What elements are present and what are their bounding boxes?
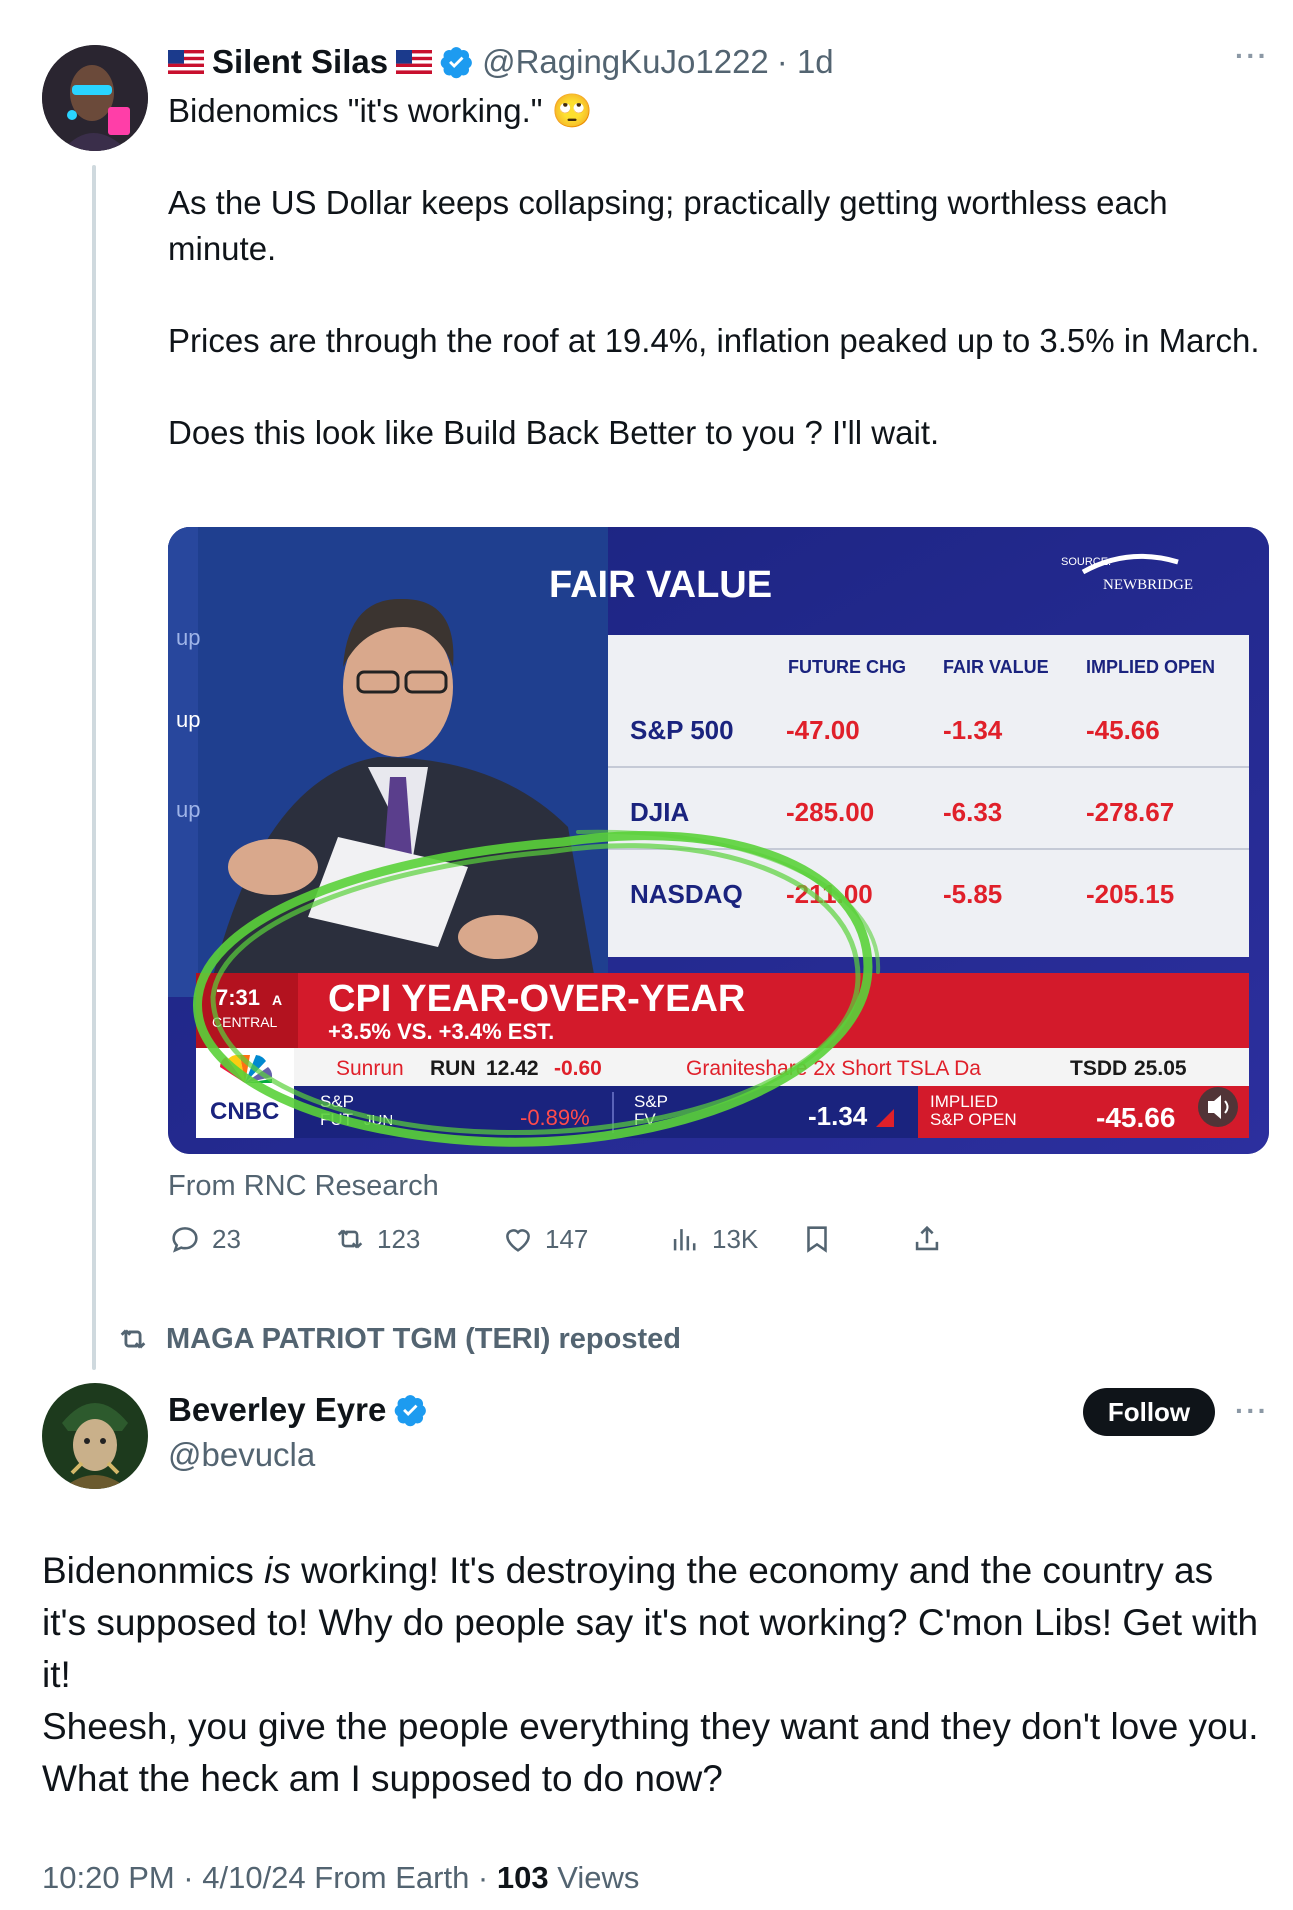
tweet-text-paragraph: Does this look like Build Back Better to… (168, 414, 940, 451)
tweet-text-paragraph: As the US Dollar keeps collapsing; pract… (168, 184, 1168, 267)
repost-icon (337, 1229, 363, 1249)
tweet-text: Bidenomics "it's working." 🙄 As the US D… (168, 88, 1268, 456)
repost-notice[interactable]: MAGA PATRIOT TGM (TERI) reposted (116, 1322, 681, 1356)
tweet-text-segment: Bidenonmics (42, 1550, 265, 1591)
tweet-timestamp[interactable]: 10:20 PM · 4/10/24 From Earth · 103 View… (42, 1860, 639, 1896)
tweet-text-paragraph: Prices are through the roof at 19.4%, in… (168, 322, 1260, 359)
repost-icon (120, 1329, 146, 1349)
bottom-label: S&P OPEN (930, 1110, 1017, 1129)
avatar[interactable] (42, 1383, 148, 1489)
tweet-text-emphasis: is (264, 1550, 291, 1591)
cell-value: -205.15 (1086, 879, 1174, 909)
banner-subheadline: +3.5% VS. +3.4% EST. (328, 1019, 554, 1044)
clock-time: 7:31 (216, 985, 260, 1010)
avatar[interactable] (42, 45, 148, 151)
bottom-value: -45.66 (1096, 1102, 1175, 1133)
tweet-header: Beverley Eyre (168, 1391, 428, 1429)
ticker-change: -0.60 (554, 1057, 602, 1080)
views-button[interactable]: 13K (668, 1222, 758, 1256)
us-flag-icon (396, 50, 433, 74)
bottom-value: -1.34 (808, 1101, 868, 1131)
cell-value: -285.00 (786, 797, 874, 827)
verified-badge-icon (394, 1393, 428, 1427)
more-options-icon[interactable]: ··· (1235, 1395, 1269, 1427)
bottom-label: S&P (634, 1092, 668, 1111)
like-button[interactable]: 147 (501, 1222, 588, 1256)
views-count: 13K (712, 1223, 759, 1254)
repost-button[interactable]: 123 (333, 1222, 420, 1256)
column-header: IMPLIED OPEN (1086, 657, 1215, 677)
us-flag-icon (168, 50, 204, 74)
bookmark-icon (807, 1226, 827, 1253)
views-count: 103 (496, 1860, 549, 1895)
row-label: DJIA (630, 797, 689, 827)
share-icon (915, 1225, 939, 1251)
thread-connector-line (92, 165, 96, 1370)
mute-icon[interactable] (1198, 1087, 1238, 1127)
clock-suffix: A (272, 992, 282, 1008)
tweet-media-image[interactable]: up up up FAIR VALUE SOURCE: NEWBRIDGE FU… (168, 527, 1269, 1154)
cell-value: -47.00 (786, 715, 860, 745)
repost-notice-text: MAGA PATRIOT TGM (TERI) reposted (166, 1322, 681, 1355)
timestamp-text: 10:20 PM · 4/10/24 From Earth · (42, 1860, 497, 1895)
cell-value: -5.85 (943, 879, 1002, 909)
tweet-header: Silent Silas @RagingKuJo1222 · 1d (168, 40, 834, 84)
repost-count: 123 (377, 1223, 421, 1254)
tweet-text: Bidenonmics is working! It's destroying … (42, 1545, 1262, 1805)
more-options-icon[interactable]: ··· (1235, 40, 1269, 72)
bottom-value: -0.89% (520, 1105, 590, 1130)
reply-count: 23 (212, 1223, 241, 1254)
cell-value: -45.66 (1086, 715, 1160, 745)
column-header: FUTURE CHG (788, 657, 906, 677)
ticker-value: 25.05 (1134, 1057, 1187, 1080)
media-source-credit[interactable]: From RNC Research (168, 1170, 439, 1203)
cell-value: -6.33 (943, 797, 1002, 827)
display-name[interactable]: Silent Silas (212, 43, 388, 81)
ticker-name: Graniteshare 2x Short TSLA Da (686, 1057, 981, 1080)
like-count: 147 (545, 1223, 589, 1254)
follow-button[interactable]: Follow (1083, 1388, 1215, 1436)
source-logo: NEWBRIDGE (1103, 577, 1193, 593)
bookmark-button[interactable] (800, 1222, 834, 1256)
cell-value: -278.67 (1086, 797, 1174, 827)
ticker-value: 12.42 (486, 1057, 539, 1080)
share-button[interactable] (910, 1222, 944, 1256)
banner-headline: CPI YEAR-OVER-YEAR (328, 978, 745, 1020)
side-label: up (176, 707, 200, 732)
ticker-name: Sunrun (336, 1057, 404, 1080)
handle[interactable]: @RagingKuJo1222 (482, 43, 769, 81)
cell-value: -1.34 (943, 715, 1003, 745)
row-label: S&P 500 (630, 715, 734, 745)
views-icon (673, 1229, 696, 1251)
reply-icon (172, 1227, 198, 1253)
bottom-label: IMPLIED (930, 1092, 998, 1111)
reply-button[interactable]: 23 (168, 1222, 241, 1256)
side-label: up (176, 625, 200, 650)
panel-title: FAIR VALUE (549, 564, 772, 606)
column-header: FAIR VALUE (943, 657, 1049, 677)
ticker-symbol: RUN (430, 1057, 476, 1080)
network-logo: CNBC (210, 1098, 279, 1125)
handle[interactable]: @bevucla (168, 1436, 315, 1474)
ticker-symbol: TSDD (1070, 1057, 1127, 1080)
tweet-text-line: Bidenomics "it's working." 🙄 (168, 92, 593, 129)
display-name[interactable]: Beverley Eyre (168, 1391, 386, 1429)
verified-badge-icon (440, 45, 474, 79)
views-label: Views (548, 1860, 640, 1895)
tweet-text-segment: Sheesh, you give the people everything t… (42, 1706, 1259, 1799)
action-bar: 23 123 147 13K (168, 1222, 1168, 1266)
side-label: up (176, 797, 200, 822)
heart-icon (506, 1229, 530, 1252)
row-label: NASDAQ (630, 879, 743, 909)
post-time[interactable]: · 1d (777, 43, 834, 81)
